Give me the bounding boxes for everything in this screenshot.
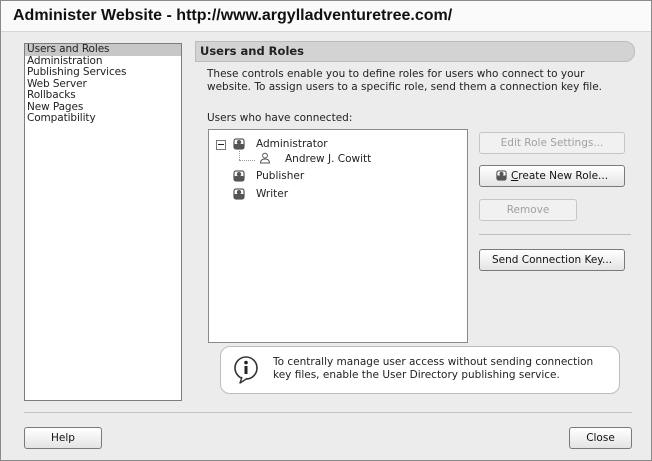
role-icon: [496, 170, 507, 181]
footer-divider: [24, 412, 632, 413]
tree-item-writer[interactable]: Writer: [256, 186, 288, 202]
role-icon: [233, 170, 245, 182]
tree-item-publisher[interactable]: Publisher: [256, 168, 304, 184]
close-label: Close: [586, 432, 615, 444]
send-connection-key-button[interactable]: Send Connection Key...: [479, 249, 625, 271]
users-list-label: Users who have connected:: [207, 112, 353, 124]
role-icon: [233, 138, 245, 150]
section-title: Users and Roles: [200, 44, 305, 58]
remove-label: Remove: [506, 204, 550, 216]
person-icon: [259, 152, 271, 164]
tree-item-andrew-j-cowitt[interactable]: Andrew J. Cowitt: [285, 151, 371, 167]
administer-website-dialog: Administer Website - http://www.argyllad…: [0, 0, 652, 461]
section-description: These controls enable you to define role…: [207, 68, 603, 93]
create-new-role-label: Create New Role...: [510, 170, 609, 182]
help-button[interactable]: Help: [24, 427, 102, 449]
send-connection-key-label: Send Connection Key...: [491, 254, 613, 266]
tree-item-administrator[interactable]: Administrator: [256, 136, 328, 152]
edit-role-settings-button[interactable]: Edit Role Settings...: [479, 132, 625, 154]
sidebar-item-users-and-roles[interactable]: Users and Roles: [25, 43, 181, 56]
settings-category-list[interactable]: Users and Roles Administration Publishin…: [24, 43, 182, 401]
help-label: Help: [51, 432, 75, 444]
info-icon: [234, 356, 258, 384]
window-title: Administer Website - http://www.argyllad…: [13, 7, 453, 24]
sidebar-item-publishing-services[interactable]: Publishing Services: [25, 66, 181, 79]
remove-button[interactable]: Remove: [479, 199, 577, 221]
create-new-role-button[interactable]: Create New Role...: [479, 165, 625, 187]
close-button[interactable]: Close: [569, 427, 632, 449]
button-divider: [479, 234, 631, 235]
tree-connector: [239, 160, 255, 161]
users-tree[interactable]: Administrator Andrew J. Cowitt Publisher…: [208, 129, 468, 343]
section-header: Users and Roles: [195, 41, 635, 62]
edit-role-settings-label: Edit Role Settings...: [500, 137, 604, 149]
role-icon: [233, 188, 245, 200]
info-message-text: To centrally manage user access without …: [273, 356, 594, 381]
collapse-toggle-icon[interactable]: [216, 140, 226, 150]
sidebar-item-rollbacks[interactable]: Rollbacks: [25, 89, 181, 102]
info-message-box: To centrally manage user access without …: [220, 346, 620, 394]
sidebar-item-compatibility[interactable]: Compatibility: [25, 112, 181, 125]
tree-connector: [239, 151, 240, 160]
title-bar[interactable]: Administer Website - http://www.argyllad…: [1, 1, 651, 32]
